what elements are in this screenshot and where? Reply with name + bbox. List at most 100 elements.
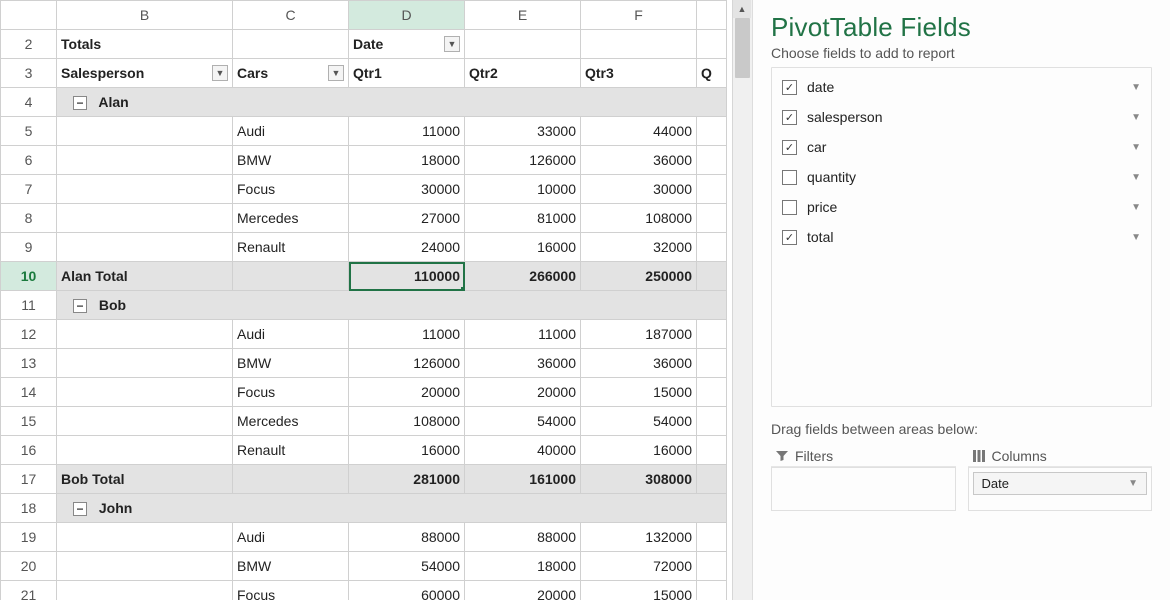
cell[interactable]: 20000 bbox=[465, 581, 581, 600]
field-item-price[interactable]: price ▼ bbox=[772, 192, 1151, 222]
area-filters[interactable]: Filters bbox=[771, 445, 956, 511]
cell[interactable]: 250000 bbox=[581, 262, 697, 291]
group-header-bob[interactable]: − Bob bbox=[57, 291, 727, 320]
cell[interactable]: 81000 bbox=[465, 204, 581, 233]
cell[interactable]: 16000 bbox=[349, 436, 465, 465]
area-filters-dropzone[interactable] bbox=[771, 467, 956, 511]
group-header-alan[interactable]: − Alan bbox=[57, 88, 727, 117]
cell[interactable]: Renault bbox=[233, 233, 349, 262]
cell[interactable]: Cars ▼ bbox=[233, 59, 349, 88]
chevron-down-icon[interactable]: ▼ bbox=[1131, 202, 1141, 213]
cell[interactable]: 36000 bbox=[581, 349, 697, 378]
cell[interactable] bbox=[697, 349, 727, 378]
field-item-date[interactable]: ✓ date ▼ bbox=[772, 72, 1151, 102]
field-item-total[interactable]: ✓ total ▼ bbox=[772, 222, 1151, 252]
chevron-down-icon[interactable]: ▼ bbox=[1128, 478, 1138, 489]
cell[interactable]: Qtr1 bbox=[349, 59, 465, 88]
cell[interactable]: 16000 bbox=[465, 233, 581, 262]
cell[interactable]: Alan Total bbox=[57, 262, 233, 291]
row-header[interactable]: 12 bbox=[1, 320, 57, 349]
cell[interactable]: 20000 bbox=[349, 378, 465, 407]
cell[interactable] bbox=[465, 30, 581, 59]
row-header[interactable]: 15 bbox=[1, 407, 57, 436]
collapse-icon[interactable]: − bbox=[73, 299, 87, 313]
field-item-quantity[interactable]: quantity ▼ bbox=[772, 162, 1151, 192]
cell[interactable] bbox=[57, 146, 233, 175]
cell[interactable] bbox=[697, 581, 727, 600]
row-header[interactable]: 7 bbox=[1, 175, 57, 204]
cell[interactable]: 266000 bbox=[465, 262, 581, 291]
field-item-salesperson[interactable]: ✓ salesperson ▼ bbox=[772, 102, 1151, 132]
cell[interactable]: Qtr3 bbox=[581, 59, 697, 88]
cell[interactable]: Salesperson ▼ bbox=[57, 59, 233, 88]
cell[interactable] bbox=[697, 465, 727, 494]
field-item-car[interactable]: ✓ car ▼ bbox=[772, 132, 1151, 162]
row-header[interactable]: 5 bbox=[1, 117, 57, 146]
chevron-down-icon[interactable]: ▼ bbox=[1131, 142, 1141, 153]
cell[interactable] bbox=[57, 175, 233, 204]
cell[interactable] bbox=[57, 233, 233, 262]
cell[interactable]: Focus bbox=[233, 175, 349, 204]
cell[interactable] bbox=[697, 233, 727, 262]
scrollbar-thumb[interactable] bbox=[735, 18, 750, 78]
cell[interactable]: 126000 bbox=[349, 349, 465, 378]
cell[interactable]: 108000 bbox=[349, 407, 465, 436]
checkbox-icon[interactable]: ✓ bbox=[782, 140, 797, 155]
col-header-B[interactable]: B bbox=[57, 1, 233, 30]
row-header[interactable]: 6 bbox=[1, 146, 57, 175]
select-all-corner[interactable] bbox=[1, 1, 57, 30]
cell[interactable]: Audi bbox=[233, 523, 349, 552]
scroll-up-icon[interactable]: ▲ bbox=[733, 0, 751, 18]
cell[interactable]: Totals bbox=[57, 30, 233, 59]
cell[interactable]: 11000 bbox=[465, 320, 581, 349]
row-header[interactable]: 17 bbox=[1, 465, 57, 494]
area-columns[interactable]: Columns Date ▼ bbox=[968, 445, 1153, 511]
filter-dropdown-cars[interactable]: ▼ bbox=[328, 65, 344, 81]
cell[interactable] bbox=[57, 320, 233, 349]
row-header[interactable]: 10 bbox=[1, 262, 57, 291]
row-header[interactable]: 9 bbox=[1, 233, 57, 262]
cell[interactable] bbox=[697, 320, 727, 349]
cell[interactable] bbox=[697, 117, 727, 146]
cell[interactable] bbox=[233, 262, 349, 291]
cell[interactable]: Mercedes bbox=[233, 407, 349, 436]
cell[interactable]: 88000 bbox=[465, 523, 581, 552]
cell[interactable]: 27000 bbox=[349, 204, 465, 233]
cell[interactable] bbox=[697, 204, 727, 233]
cell[interactable]: BMW bbox=[233, 552, 349, 581]
cell[interactable] bbox=[697, 378, 727, 407]
cell[interactable]: Mercedes bbox=[233, 204, 349, 233]
cell[interactable]: 30000 bbox=[581, 175, 697, 204]
checkbox-icon[interactable] bbox=[782, 170, 797, 185]
group-header-john[interactable]: − John bbox=[57, 494, 727, 523]
cell[interactable]: 88000 bbox=[349, 523, 465, 552]
checkbox-icon[interactable]: ✓ bbox=[782, 80, 797, 95]
cell[interactable] bbox=[57, 204, 233, 233]
cell[interactable] bbox=[57, 349, 233, 378]
collapse-icon[interactable]: − bbox=[73, 502, 87, 516]
row-header[interactable]: 3 bbox=[1, 59, 57, 88]
cell[interactable]: 18000 bbox=[465, 552, 581, 581]
filter-dropdown-salesperson[interactable]: ▼ bbox=[212, 65, 228, 81]
cell[interactable]: 16000 bbox=[581, 436, 697, 465]
cell[interactable] bbox=[57, 378, 233, 407]
cell[interactable]: 11000 bbox=[349, 117, 465, 146]
col-header-F[interactable]: F bbox=[581, 1, 697, 30]
row-header[interactable]: 21 bbox=[1, 581, 57, 600]
row-header[interactable]: 19 bbox=[1, 523, 57, 552]
row-header[interactable]: 16 bbox=[1, 436, 57, 465]
spreadsheet-grid[interactable]: B C D E F 2 Totals Date ▼ bbox=[0, 0, 732, 600]
cell[interactable]: 18000 bbox=[349, 146, 465, 175]
cell[interactable] bbox=[697, 175, 727, 204]
cell[interactable] bbox=[697, 552, 727, 581]
cell[interactable]: 33000 bbox=[465, 117, 581, 146]
row-header[interactable]: 4 bbox=[1, 88, 57, 117]
cell[interactable]: 187000 bbox=[581, 320, 697, 349]
cell[interactable]: 15000 bbox=[581, 378, 697, 407]
cell[interactable]: Date ▼ bbox=[349, 30, 465, 59]
row-header[interactable]: 20 bbox=[1, 552, 57, 581]
checkbox-icon[interactable] bbox=[782, 200, 797, 215]
chevron-down-icon[interactable]: ▼ bbox=[1131, 172, 1141, 183]
row-header[interactable]: 2 bbox=[1, 30, 57, 59]
col-header-G[interactable] bbox=[697, 1, 727, 30]
